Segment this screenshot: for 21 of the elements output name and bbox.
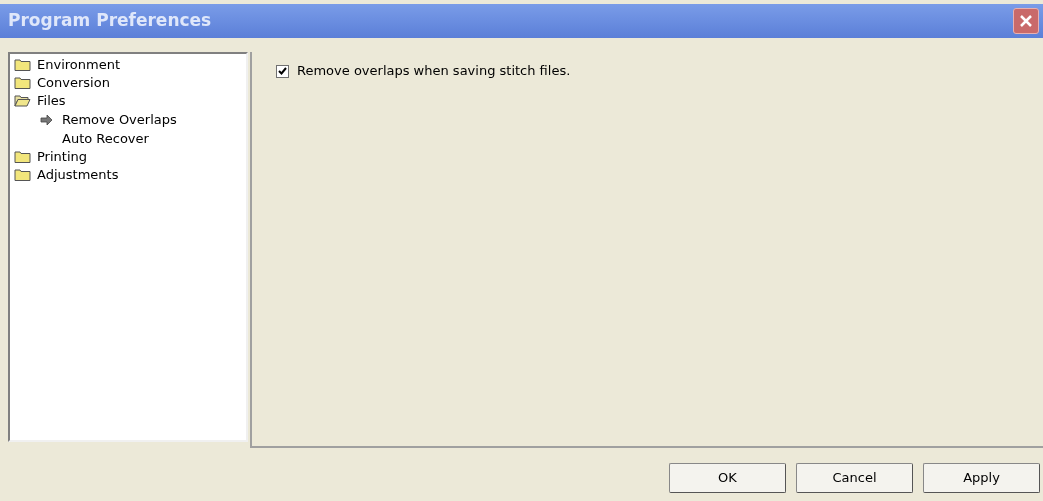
close-icon xyxy=(1019,14,1033,28)
tree-item[interactable]: Conversion xyxy=(14,74,246,92)
folder-icon xyxy=(14,168,31,182)
checkbox[interactable] xyxy=(276,64,289,78)
dialog-button[interactable]: Cancel xyxy=(796,463,913,493)
checkbox-label: Remove overlaps when saving stitch files. xyxy=(297,62,571,81)
check-icon xyxy=(278,66,287,76)
tree-item[interactable]: Files xyxy=(14,92,246,110)
tree-item[interactable]: Environment xyxy=(14,56,246,74)
dialog-button[interactable]: OK xyxy=(669,463,786,493)
folder-icon xyxy=(14,150,31,164)
dialog-button[interactable]: Apply xyxy=(923,463,1040,493)
close-button[interactable] xyxy=(1013,8,1039,34)
folder-icon xyxy=(14,58,31,72)
open-folder-icon xyxy=(14,94,31,108)
tree-item[interactable]: Auto Recover xyxy=(14,129,246,148)
window-title: Program Preferences xyxy=(8,9,212,33)
tree-item[interactable]: Remove Overlaps xyxy=(14,110,246,129)
tree-item[interactable]: Printing xyxy=(14,148,246,166)
tree-item[interactable]: Adjustments xyxy=(14,166,246,184)
folder-icon xyxy=(14,76,31,90)
